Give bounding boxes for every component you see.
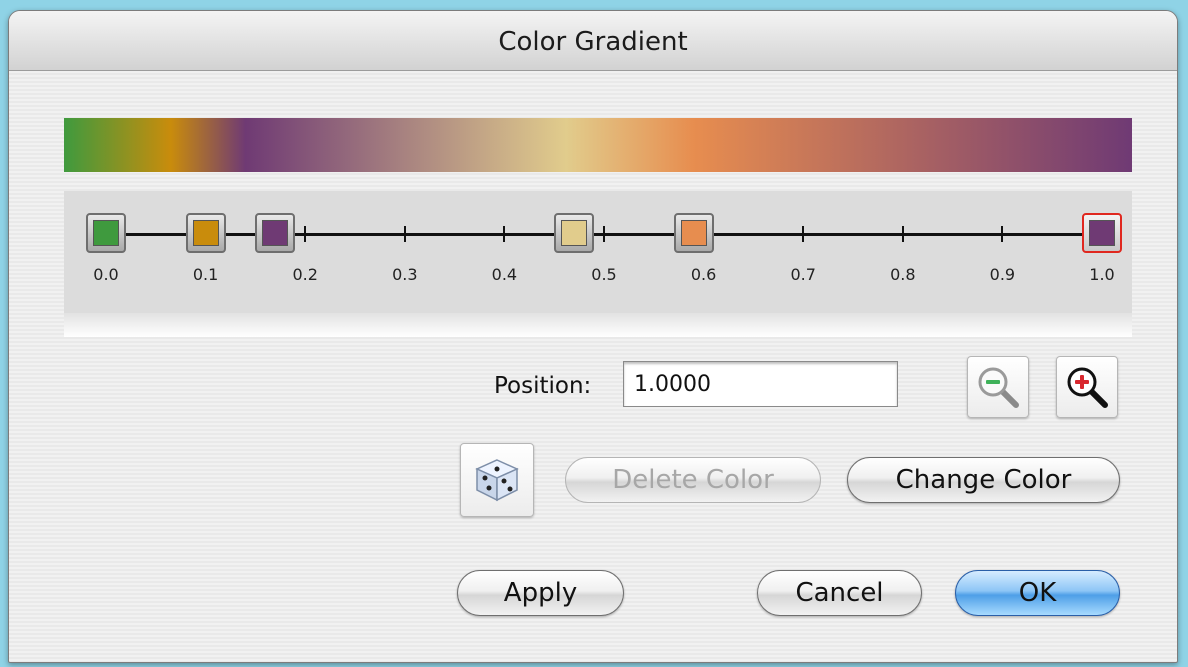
gradient-preview-bar xyxy=(64,118,1132,172)
tick-label: 0.7 xyxy=(790,265,816,284)
color-gradient-dialog: Color Gradient 0.0 0.1 0.2 0.3 0.4 0.5 0.6 0.7 0… xyxy=(8,10,1178,663)
zoom-in-button[interactable] xyxy=(1056,356,1118,418)
tick-label: 0.3 xyxy=(392,265,418,284)
ok-button[interactable]: OK xyxy=(955,570,1120,616)
cancel-button[interactable]: Cancel xyxy=(757,570,922,616)
tick-label: 1.0 xyxy=(1089,265,1115,284)
color-stop[interactable] xyxy=(554,213,595,253)
tick-label: 0.5 xyxy=(591,265,617,284)
tick-label: 0.6 xyxy=(690,265,717,284)
window-title: Color Gradient xyxy=(498,27,688,57)
tick-label: 0.4 xyxy=(491,265,518,284)
track-tick xyxy=(901,226,904,242)
tick-label: 0.1 xyxy=(192,265,219,284)
color-stop-swatch xyxy=(93,220,119,246)
color-stop-swatch xyxy=(192,220,219,246)
color-stop[interactable] xyxy=(255,213,296,253)
tick-label: 0.8 xyxy=(890,265,916,284)
track-tick xyxy=(503,226,506,242)
title-bar[interactable]: Color Gradient xyxy=(9,11,1177,71)
tick-label: 0.2 xyxy=(292,265,318,284)
tick-label: 0.0 xyxy=(93,265,119,284)
color-stop-swatch xyxy=(561,220,588,246)
color-stop[interactable] xyxy=(86,213,126,253)
zoom-out-button[interactable] xyxy=(967,356,1029,418)
color-stop-swatch xyxy=(262,220,289,246)
tick-label: 0.9 xyxy=(989,265,1016,284)
change-color-button[interactable]: Change Color xyxy=(847,457,1120,503)
zoom-in-icon xyxy=(1067,367,1108,408)
track-tick xyxy=(304,226,307,242)
track-tick xyxy=(603,226,605,242)
track-tick xyxy=(403,226,406,242)
gradient-stop-track[interactable]: 0.0 0.1 0.2 0.3 0.4 0.5 0.6 0.7 0.8 0.9 1.0 xyxy=(64,191,1132,337)
color-stop-swatch xyxy=(1089,220,1115,246)
color-stop[interactable] xyxy=(185,213,226,253)
color-stop[interactable] xyxy=(673,213,714,253)
position-input[interactable] xyxy=(623,361,898,407)
random-colors-button[interactable] xyxy=(460,443,534,517)
delete-color-button[interactable]: Delete Color xyxy=(565,457,821,503)
position-label: Position: xyxy=(494,373,592,399)
track-tick xyxy=(1001,226,1004,242)
dice-icon xyxy=(475,459,519,502)
color-stop-swatch xyxy=(680,220,707,246)
zoom-out-icon xyxy=(978,367,1019,408)
color-stop-selected[interactable] xyxy=(1082,213,1122,253)
track-tick xyxy=(802,226,805,242)
apply-button[interactable]: Apply xyxy=(457,570,624,616)
